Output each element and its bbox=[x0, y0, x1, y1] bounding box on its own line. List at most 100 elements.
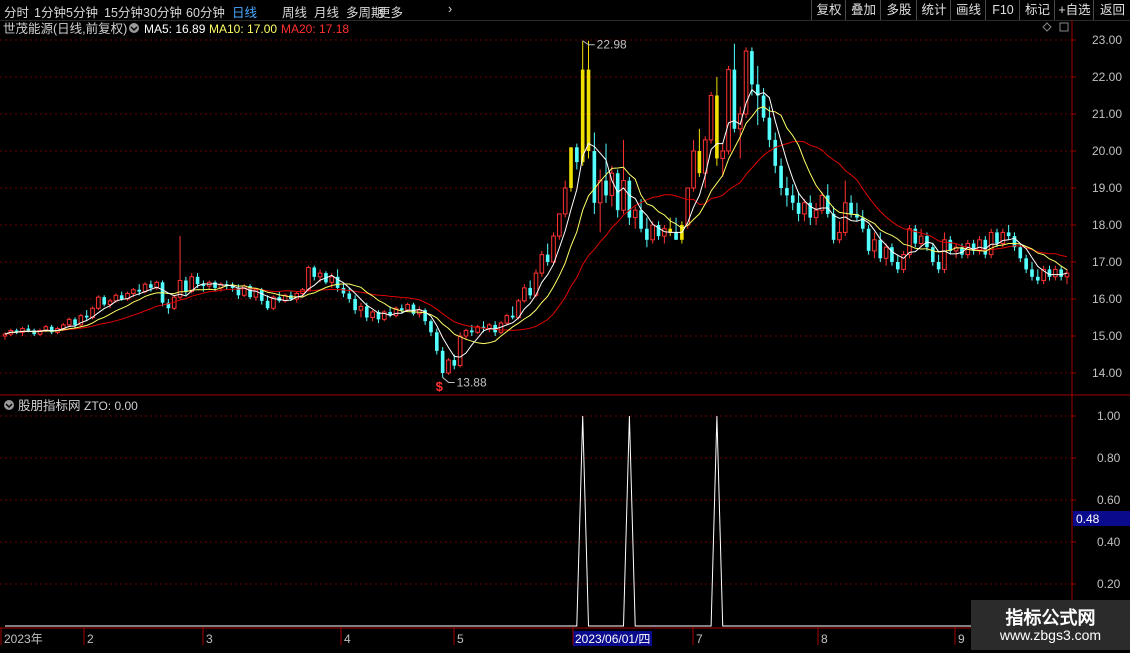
candle-body bbox=[750, 51, 754, 85]
toolbar-button-7[interactable]: 标记 bbox=[1019, 0, 1055, 20]
toolbar-button-1[interactable]: 复权 bbox=[811, 0, 846, 20]
candle-body bbox=[487, 324, 492, 330]
tab-2[interactable]: 1分钟 bbox=[34, 2, 66, 21]
chart-area[interactable]: 23.00 22.00 21.00 20.00 19.00 18.00 17.00 16.00… bbox=[0, 20, 1130, 650]
candle-body bbox=[715, 95, 719, 159]
candle-body bbox=[691, 150, 696, 189]
candle-body bbox=[434, 332, 439, 351]
candle-body bbox=[1006, 232, 1011, 237]
date-label: 3 bbox=[206, 632, 213, 646]
y-tick-label: 18.00 bbox=[1092, 218, 1122, 232]
candle-body bbox=[312, 267, 317, 277]
candle-body bbox=[995, 232, 999, 244]
window-icon[interactable] bbox=[1059, 22, 1069, 32]
y-tick-label: 20.00 bbox=[1092, 144, 1122, 158]
toolbar-button-4[interactable]: 统计 bbox=[916, 0, 951, 20]
toolbar-button-9[interactable]: 返回 bbox=[1093, 0, 1130, 20]
current-value-label: 0.48 bbox=[1076, 512, 1100, 526]
tab-9[interactable]: 月线 bbox=[314, 2, 339, 21]
candle-body bbox=[849, 202, 853, 214]
toolbar-button-5[interactable]: 画线 bbox=[950, 0, 986, 20]
date-label: 7 bbox=[696, 632, 703, 646]
candle-body bbox=[580, 69, 585, 163]
candle-body bbox=[662, 228, 667, 237]
candle-body bbox=[1059, 269, 1063, 277]
ma10-label: MA10: 17.00 bbox=[209, 22, 277, 36]
candle-body bbox=[883, 246, 889, 259]
low-marker bbox=[442, 377, 455, 383]
candle-body bbox=[1053, 268, 1058, 278]
date-label: 8 bbox=[821, 632, 828, 646]
candle-body bbox=[317, 272, 323, 278]
candle-body bbox=[632, 209, 638, 219]
indicator-y-tick-label: 0.40 bbox=[1097, 535, 1121, 549]
diamond-icon[interactable] bbox=[1042, 22, 1052, 32]
candle-body bbox=[329, 276, 335, 283]
indicator-y-tick-label: 0.60 bbox=[1097, 493, 1121, 507]
candle-body bbox=[650, 224, 656, 241]
chart-title: 世茂能源(日线,前复权) bbox=[3, 21, 127, 36]
candle-body bbox=[84, 315, 89, 318]
candle-body bbox=[131, 289, 136, 294]
candle-body bbox=[463, 329, 469, 337]
date-label: 5 bbox=[457, 632, 464, 646]
tab-5[interactable]: 30分钟 bbox=[143, 2, 182, 21]
ma20-label: MA20: 17.18 bbox=[281, 22, 349, 36]
candle-body bbox=[790, 195, 795, 203]
collapse-icon[interactable] bbox=[129, 23, 139, 33]
candle-body bbox=[569, 147, 573, 188]
candle-body bbox=[907, 228, 912, 256]
toolbar-button-3[interactable]: 多股 bbox=[880, 0, 917, 20]
tab-7[interactable]: 日线 bbox=[232, 2, 257, 21]
tab-8[interactable]: 周线 bbox=[282, 2, 307, 21]
candle-body bbox=[802, 202, 807, 215]
candle-body bbox=[720, 150, 726, 159]
candle-body bbox=[597, 180, 603, 204]
candle-body bbox=[353, 299, 357, 311]
toolbar-button-2[interactable]: 叠加 bbox=[845, 0, 881, 20]
y-tick-label: 22.00 bbox=[1092, 70, 1122, 84]
indicator-title: 股朋指标网 bbox=[18, 398, 81, 413]
candle-body bbox=[96, 296, 101, 309]
candle-body bbox=[872, 239, 877, 252]
indicator-y-tick-label: 0.80 bbox=[1097, 451, 1121, 465]
toolbar-button-6[interactable]: F10 bbox=[985, 0, 1020, 20]
candle-body bbox=[306, 267, 311, 291]
candle-body bbox=[936, 262, 941, 270]
candle-body bbox=[137, 289, 142, 292]
candle-body bbox=[779, 165, 783, 188]
toolbar-button-8[interactable]: +自选 bbox=[1054, 0, 1094, 20]
tab-1[interactable]: 分时 bbox=[4, 2, 29, 21]
zto-label: ZTO: 0.00 bbox=[84, 399, 138, 413]
candle-body bbox=[259, 289, 264, 301]
candle-body bbox=[645, 228, 649, 240]
candle-body bbox=[866, 228, 871, 251]
candle-body bbox=[370, 311, 375, 319]
candle-body bbox=[516, 300, 521, 319]
tab-3[interactable]: 5分钟 bbox=[66, 2, 98, 21]
candle-body bbox=[522, 287, 527, 302]
more-arrow-icon[interactable]: › bbox=[448, 2, 452, 16]
candle-body bbox=[639, 210, 643, 229]
candle-body bbox=[405, 304, 410, 311]
tab-4[interactable]: 15分钟 bbox=[104, 2, 143, 21]
tab-6[interactable]: 60分钟 bbox=[186, 2, 225, 21]
low-label: 13.88 bbox=[457, 375, 487, 389]
candle-body bbox=[102, 297, 107, 305]
candle-body bbox=[562, 187, 568, 215]
indicator-y-tick-label: 1.00 bbox=[1097, 409, 1121, 423]
indicator-collapse-icon[interactable] bbox=[4, 400, 14, 410]
candle-body bbox=[878, 239, 883, 259]
candle-body bbox=[895, 262, 900, 270]
candle-body bbox=[773, 139, 778, 166]
candle-body bbox=[592, 151, 597, 203]
candle-body bbox=[813, 209, 819, 219]
chart-svg[interactable]: 23.0022.0021.0020.0019.0018.0017.0016.00… bbox=[0, 20, 1130, 650]
candle-body bbox=[732, 69, 737, 129]
date-label: 4 bbox=[344, 632, 351, 646]
tab-11[interactable]: 更多 bbox=[378, 2, 403, 21]
candle-body bbox=[785, 188, 789, 196]
date-label: 9 bbox=[958, 632, 965, 646]
date-label: 2023年 bbox=[4, 632, 43, 646]
y-tick-label: 17.00 bbox=[1092, 255, 1122, 269]
